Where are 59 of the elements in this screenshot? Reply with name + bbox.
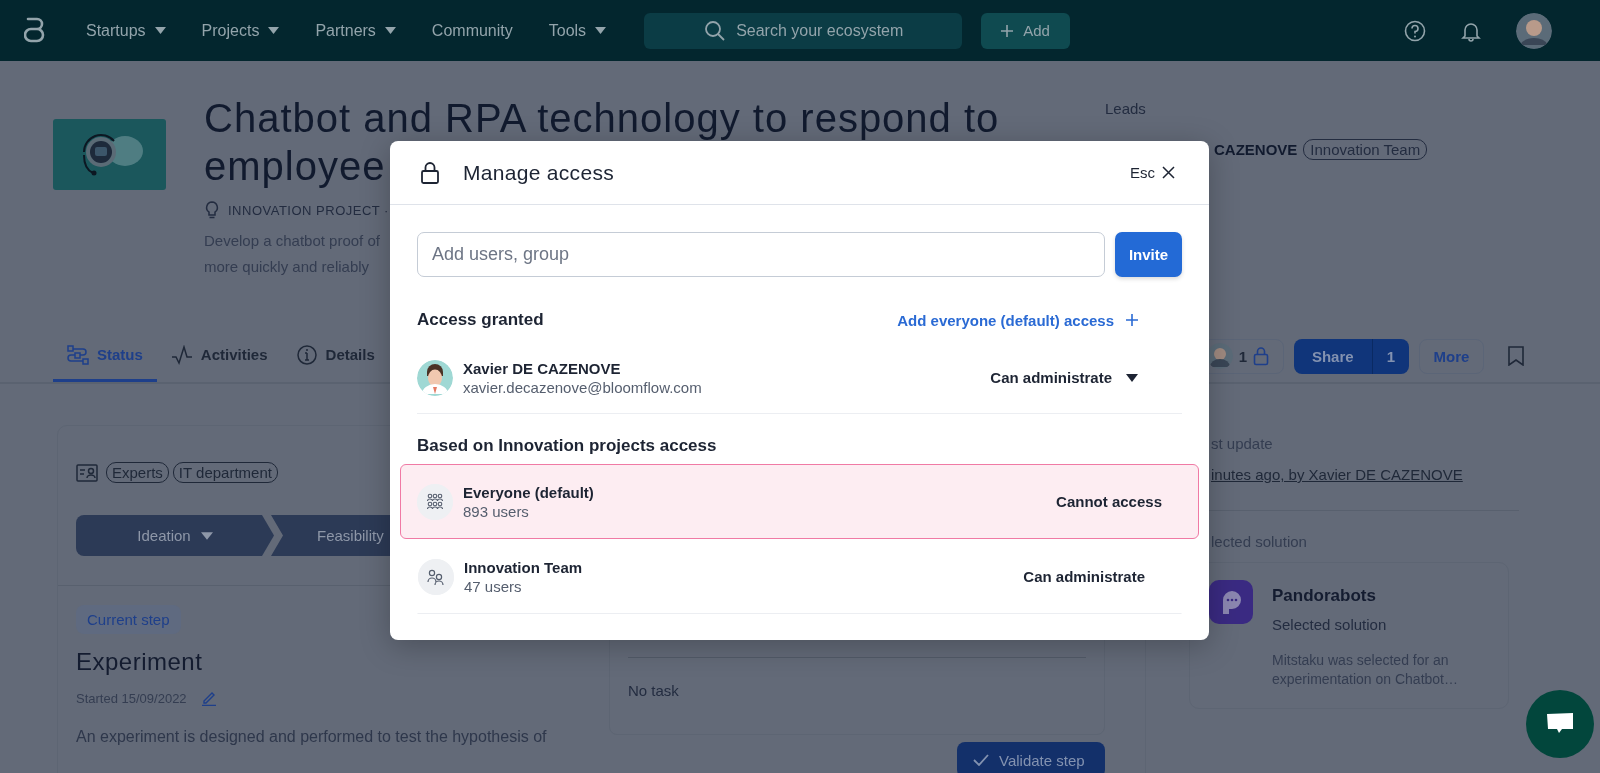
team-tag: Innovation Team xyxy=(1303,139,1428,160)
empty-tasks-message: No task xyxy=(628,682,680,699)
add-button[interactable]: Add xyxy=(981,12,1071,49)
close-icon xyxy=(1162,166,1175,179)
tag: Experts xyxy=(106,462,169,483)
search-icon xyxy=(704,19,727,42)
id-card-icon xyxy=(76,463,98,482)
user-avatar[interactable] xyxy=(1516,12,1552,49)
project-title: Chatbot and RPA technology to respond to xyxy=(204,95,1000,142)
check-icon xyxy=(973,754,989,766)
invite-button[interactable]: Invite xyxy=(1115,232,1182,277)
add-everyone-link[interactable]: Add everyone (default) access xyxy=(897,311,1138,329)
lead-name[interactable]: CAZENOVE xyxy=(1214,141,1298,158)
nav-menu-item[interactable]: Tools xyxy=(548,21,607,40)
pulse-icon xyxy=(170,344,193,365)
group-name: Innovation Team xyxy=(464,558,583,576)
nav-menu-item[interactable]: Partners xyxy=(315,21,396,40)
section-heading: Based on Innovation projects access xyxy=(417,436,718,456)
close-button[interactable]: Esc xyxy=(1124,163,1181,182)
step-title: Experiment xyxy=(76,648,204,676)
validate-step-button[interactable]: Validate step xyxy=(957,742,1105,773)
user-count: 893 users xyxy=(463,502,530,520)
nav-menu-item[interactable]: Startups xyxy=(86,21,166,40)
search-field[interactable]: Search your ecosystem xyxy=(644,12,963,49)
project-title: employee xyxy=(204,143,386,190)
caret-icon xyxy=(200,531,213,540)
tab[interactable]: Activities xyxy=(156,330,282,382)
step-chevron[interactable]: Ideation xyxy=(76,515,274,556)
group-name: Everyone (default) xyxy=(463,483,594,501)
lightbulb-icon xyxy=(204,200,220,220)
solution-status: Selected solution xyxy=(1272,616,1388,633)
user-search-field[interactable]: Add users, group xyxy=(417,232,1106,277)
solution-name: Pandorabots xyxy=(1272,586,1377,606)
lock-icon xyxy=(1253,346,1270,366)
info-icon xyxy=(295,344,318,365)
current-step-badge: Current step xyxy=(76,605,181,634)
user-email: xavier.decazenove@bloomflow.com xyxy=(463,378,702,396)
role-dropdown[interactable]: Cannot access xyxy=(1056,493,1162,510)
section-heading: Access granted xyxy=(417,310,544,330)
leads-label: Leads xyxy=(1105,100,1147,117)
share-button[interactable]: Share 1 xyxy=(1293,338,1409,374)
tab[interactable]: Details xyxy=(281,330,389,382)
user-avatar xyxy=(417,359,453,396)
project-type: INNOVATION PROJECT · xyxy=(228,202,389,218)
lock-icon xyxy=(420,160,440,185)
plus-icon xyxy=(1001,24,1014,37)
bookmark-icon[interactable] xyxy=(1508,346,1524,366)
role-dropdown[interactable]: Can administrate xyxy=(1023,568,1145,585)
role-dropdown[interactable]: Can administrate xyxy=(990,369,1138,386)
speech-bubble-logo xyxy=(1209,580,1253,624)
plus-icon xyxy=(1126,314,1138,326)
status-icon xyxy=(67,344,89,365)
user-count: 47 users xyxy=(464,577,523,595)
help-icon[interactable] xyxy=(1404,19,1426,42)
user-name: Xavier DE CAZENOVE xyxy=(463,359,622,377)
tag: IT department xyxy=(172,462,278,483)
nav-menu-item[interactable]: Community xyxy=(431,21,513,40)
dialog-title: Manage access xyxy=(463,160,614,185)
nav-menu-item[interactable]: Projects xyxy=(201,21,280,40)
